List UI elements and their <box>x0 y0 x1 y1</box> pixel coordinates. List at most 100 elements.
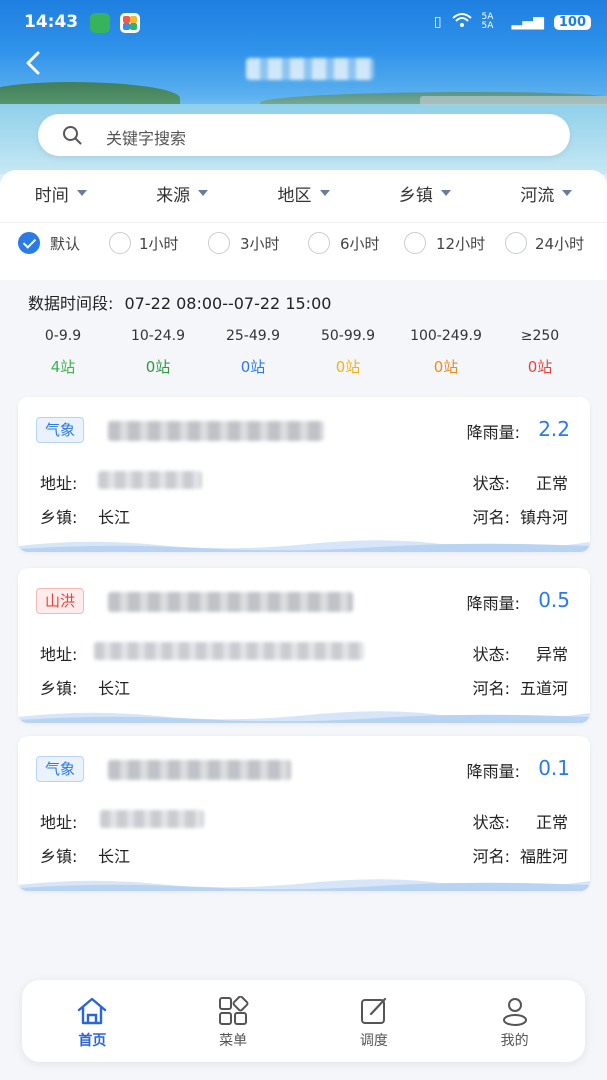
radio-checked-icon <box>18 232 40 254</box>
caret-down-icon <box>198 190 209 196</box>
battery-indicator: 100 <box>553 14 591 30</box>
wifi-icon <box>451 12 472 32</box>
bucket-range: 50-99.9 <box>320 328 376 344</box>
river-value: 镇舟河 <box>519 508 568 527</box>
filter-source[interactable]: 来源 <box>121 170 242 216</box>
bottom-tab-bar: 首页 菜单 调度 我的 <box>22 980 585 1062</box>
bucket-count: 0站 <box>335 358 361 376</box>
radio-label: 3小时 <box>240 234 280 253</box>
station-name-redacted <box>108 421 324 441</box>
station-name-redacted <box>108 760 291 780</box>
signal-icon: ▂▄▆ <box>511 14 544 30</box>
tab-label: 菜单 <box>219 1033 248 1049</box>
radio-6h[interactable]: 6小时 <box>308 232 380 254</box>
filter-panel: 时间 来源 地区 乡镇 河流 默认 1小时 3小时 6小时 12小时 24小时 <box>0 170 607 280</box>
station-card[interactable]: 气象 降雨量: 0.1 地址: 状态: 正常 乡镇: 长江 河名: 福胜河 <box>18 736 590 891</box>
rainfall-buckets: 0-9.9 4站 10-24.9 0站 25-49.9 0站 50-99.9 0站 10… <box>0 328 607 378</box>
town-value: 长江 <box>98 847 131 866</box>
address-redacted <box>98 471 202 489</box>
station-card[interactable]: 气象 降雨量: 2.2 地址: 状态: 正常 乡镇: 长江 河名: 镇舟河 <box>18 397 590 552</box>
status-label: 状态: <box>472 474 510 493</box>
period-label: 数据时间段: <box>28 294 114 313</box>
rainfall-value: 2.2 <box>538 417 570 441</box>
town-label: 乡镇: <box>40 847 78 866</box>
radio-12h[interactable]: 12小时 <box>404 232 485 254</box>
tab-home[interactable]: 首页 <box>22 980 163 1062</box>
address-label: 地址: <box>40 474 78 493</box>
station-type-badge: 山洪 <box>36 588 85 614</box>
station-type-badge: 气象 <box>36 417 85 443</box>
station-name-redacted <box>108 592 353 612</box>
radio-label: 12小时 <box>436 234 486 253</box>
bucket-item[interactable]: ≥250 0站 <box>485 328 595 377</box>
tab-profile[interactable]: 我的 <box>444 980 585 1062</box>
bucket-count: 0站 <box>145 358 171 376</box>
edit-icon <box>360 997 386 1024</box>
town-label: 乡镇: <box>40 508 78 527</box>
rainfall-label: 降雨量: <box>466 423 520 442</box>
bucket-range: 10-24.9 <box>130 328 186 344</box>
back-button[interactable] <box>22 50 48 76</box>
filter-time[interactable]: 时间 <box>0 170 121 216</box>
bucket-range: 25-49.9 <box>225 328 281 344</box>
search-placeholder: 关键字搜索 <box>106 129 187 148</box>
town-value: 长江 <box>98 679 131 698</box>
tab-dispatch[interactable]: 调度 <box>304 980 445 1062</box>
radio-3h[interactable]: 3小时 <box>208 232 280 254</box>
time-range-options: 默认 1小时 3小时 6小时 12小时 24小时 <box>0 232 607 262</box>
radio-default[interactable]: 默认 <box>18 232 80 254</box>
rainfall-value: 0.1 <box>538 756 570 780</box>
radio-1h[interactable]: 1小时 <box>109 232 179 254</box>
radio-24h[interactable]: 24小时 <box>505 232 584 254</box>
search-input[interactable]: 关键字搜索 <box>38 114 570 156</box>
address-redacted <box>100 810 204 828</box>
divider <box>0 222 607 223</box>
radio-label: 1小时 <box>139 234 179 253</box>
status-value: 异常 <box>535 645 568 664</box>
search-icon <box>63 126 82 145</box>
status-time: 14:43 <box>24 12 79 32</box>
filter-region[interactable]: 地区 <box>243 170 364 216</box>
home-icon <box>78 997 107 1025</box>
bucket-item[interactable]: 10-24.9 0站 <box>103 328 213 377</box>
status-label: 状态: <box>472 645 510 664</box>
caret-down-icon <box>76 190 87 196</box>
bucket-range: 0-9.9 <box>44 328 82 344</box>
chevron-left-icon <box>26 51 40 75</box>
river-label: 河名: <box>472 508 510 527</box>
status-value: 正常 <box>535 474 568 493</box>
bucket-count: 0站 <box>240 358 266 376</box>
station-type-badge: 气象 <box>36 756 85 782</box>
radio-icon <box>505 232 527 254</box>
filter-label: 乡镇 <box>398 185 433 206</box>
filter-label: 河流 <box>520 185 555 206</box>
tab-label: 调度 <box>359 1033 388 1049</box>
caret-down-icon <box>562 190 573 196</box>
caret-down-icon <box>440 190 451 196</box>
wave-decoration <box>18 711 590 723</box>
filter-label: 地区 <box>277 185 312 206</box>
bucket-range: ≥250 <box>520 328 560 344</box>
radio-label: 默认 <box>50 234 81 253</box>
app-notification-icon <box>90 13 110 33</box>
wave-decoration <box>18 540 590 552</box>
status-value: 正常 <box>535 813 568 832</box>
tab-menu[interactable]: 菜单 <box>163 980 304 1062</box>
tab-label: 首页 <box>78 1033 107 1049</box>
town-value: 长江 <box>98 508 131 527</box>
filter-river[interactable]: 河流 <box>486 170 607 216</box>
radio-icon <box>308 232 330 254</box>
bucket-item[interactable]: 25-49.9 0站 <box>198 328 308 377</box>
station-card[interactable]: 山洪 降雨量: 0.5 地址: 状态: 异常 乡镇: 长江 河名: 五道河 <box>18 568 590 723</box>
radio-label: 24小时 <box>535 234 585 253</box>
filter-town[interactable]: 乡镇 <box>364 170 485 216</box>
bucket-count: 0站 <box>527 358 553 376</box>
bucket-item[interactable]: 0-9.9 4站 <box>8 328 118 377</box>
radio-icon <box>208 232 230 254</box>
rainfall-label: 降雨量: <box>466 762 520 781</box>
address-redacted <box>94 642 364 660</box>
wave-decoration <box>18 879 590 891</box>
bucket-item[interactable]: 50-99.9 0站 <box>293 328 403 377</box>
page-title-redacted <box>246 58 374 80</box>
radio-icon <box>109 232 131 254</box>
